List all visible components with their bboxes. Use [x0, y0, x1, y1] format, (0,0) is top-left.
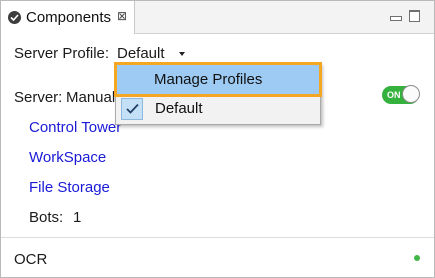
server-toggle[interactable]: ON [382, 85, 420, 104]
components-check-icon [8, 11, 21, 24]
toggle-label: ON [387, 90, 401, 100]
menu-item-manage-profiles[interactable]: Manage Profiles [114, 62, 322, 97]
tab-bar: Components ⊠ [1, 1, 434, 34]
menu-item-label: Default [155, 100, 203, 117]
close-icon[interactable]: ⊠ [117, 10, 127, 22]
minimize-icon[interactable] [390, 16, 402, 21]
ocr-label: OCR [14, 251, 48, 268]
server-mode: Manual [66, 89, 116, 106]
divider [1, 237, 434, 238]
file-storage-link[interactable]: File Storage [29, 179, 110, 196]
chevron-down-icon[interactable] [179, 52, 185, 56]
bots-count: 1 [73, 209, 82, 226]
server-profile-dropdown[interactable]: Default [117, 45, 165, 62]
tab-components[interactable]: Components ⊠ [1, 1, 135, 34]
maximize-icon[interactable] [409, 10, 420, 22]
tab-title: Components [26, 9, 112, 26]
workspace-link[interactable]: WorkSpace [29, 149, 106, 166]
bots-label: Bots: [29, 209, 64, 226]
components-panel: Components ⊠ Server Profile: Default Ser… [0, 0, 435, 278]
checkmark-icon [121, 98, 143, 120]
ocr-status-dot-icon [414, 255, 420, 261]
toggle-knob [402, 85, 420, 103]
server-label: Server: [14, 89, 63, 106]
menu-item-label: Manage Profiles [154, 71, 263, 88]
server-profile-menu: Manage Profiles Default [114, 62, 322, 125]
control-tower-link[interactable]: Control Tower [29, 119, 121, 136]
menu-item-default[interactable]: Default [117, 96, 319, 123]
server-profile-label: Server Profile: [14, 45, 110, 62]
